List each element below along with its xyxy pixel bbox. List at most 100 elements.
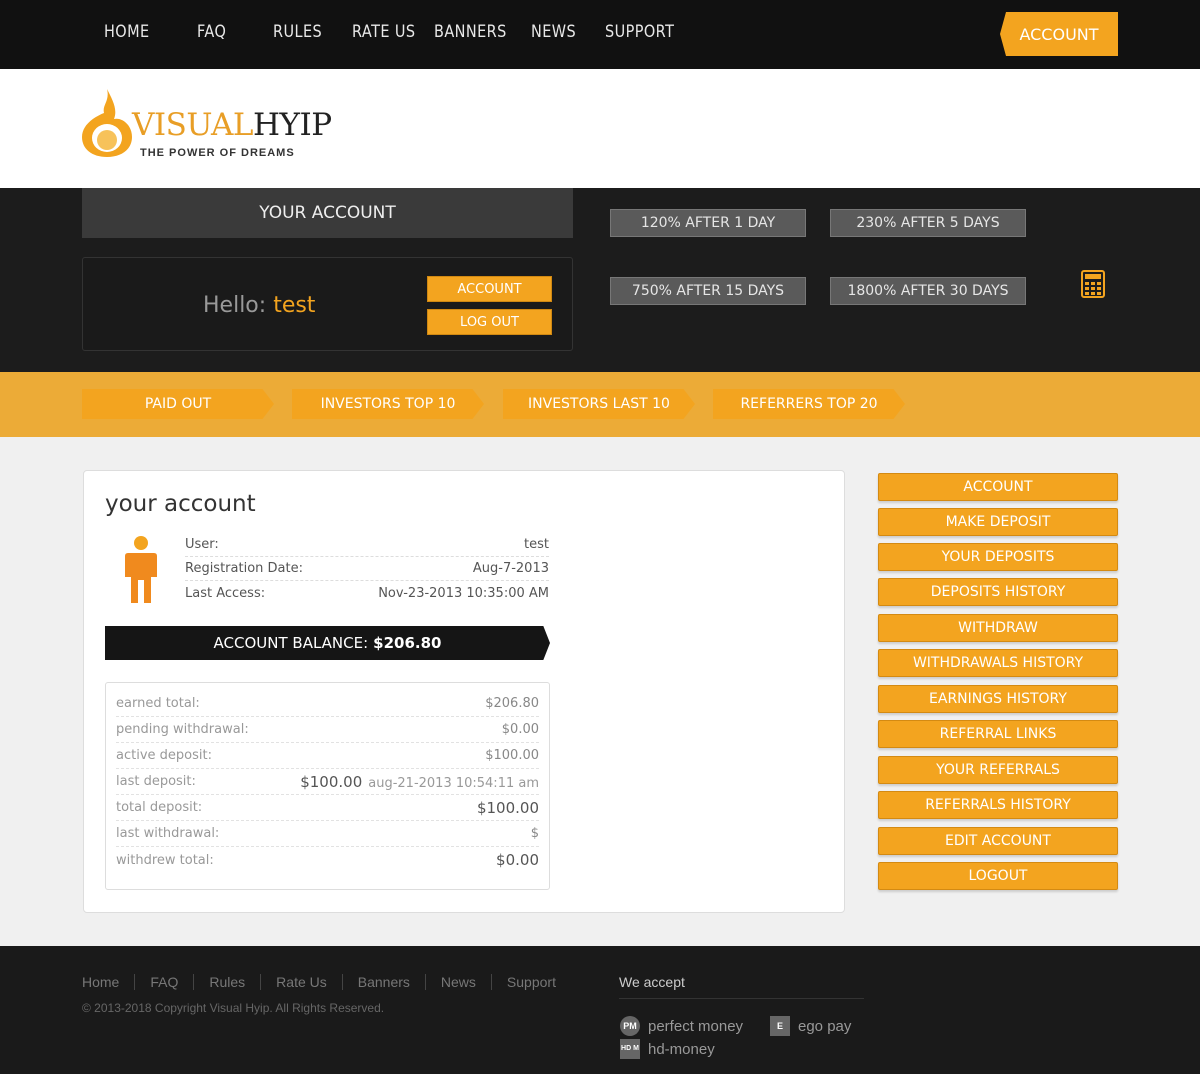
plan-button-1[interactable]: 120% AFTER 1 DAY	[610, 209, 806, 237]
logo-band: VISUALHYIP THE POWER OF DREAMS	[0, 69, 1200, 188]
hello-greeting: Hello: test	[203, 293, 315, 318]
info-value: Nov-23-2013 10:35:00 AM	[378, 585, 549, 601]
stat-value: $	[530, 826, 539, 841]
footer-link-banners[interactable]: Banners	[341, 974, 425, 990]
stat-label: total deposit:	[116, 800, 203, 815]
main-content: your account User: test Registration Date…	[0, 437, 1200, 946]
stat-value: $100.00 aug-21-2013 10:54:11 am	[300, 773, 539, 791]
info-label: Last Access:	[185, 585, 266, 601]
plan-button-4[interactable]: 1800% AFTER 30 DAYS	[830, 277, 1026, 305]
info-row-user: User: test	[185, 533, 549, 557]
payment-perfect-money: PM perfect money	[620, 1016, 743, 1036]
logo-name-part2: HYIP	[253, 107, 332, 143]
nav-home[interactable]: HOME	[104, 22, 150, 42]
account-button[interactable]: ACCOUNT	[427, 276, 552, 302]
stat-row: total deposit: $100.00	[116, 795, 539, 821]
stat-row: active deposit: $100.00	[116, 743, 539, 769]
footer-navigation: Home FAQ Rules Rate Us Banners News Supp…	[82, 974, 571, 990]
calculator-icon[interactable]	[1081, 270, 1105, 298]
stat-amount: $100.00	[300, 772, 363, 791]
nav-rate-us[interactable]: RATE US	[352, 22, 415, 42]
logo-name-part1: VISUAL	[132, 107, 254, 143]
footer-link-news[interactable]: News	[424, 974, 491, 990]
nav-account-button[interactable]: ACCOUNT	[1000, 12, 1118, 56]
stat-date: aug-21-2013 10:54:11 am	[368, 775, 539, 791]
stat-value: $0.00	[501, 722, 539, 737]
ego-pay-icon: E	[770, 1016, 790, 1036]
info-value: Aug-7-2013	[472, 561, 549, 576]
site-logo[interactable]: VISUALHYIP THE POWER OF DREAMS	[80, 87, 340, 167]
hello-username: test	[273, 293, 316, 318]
footer-link-faq[interactable]: FAQ	[134, 974, 193, 990]
info-row-registration: Registration Date: Aug-7-2013	[185, 557, 549, 581]
stat-value: $206.80	[485, 696, 539, 711]
tab-investors-last-10[interactable]: INVESTORS LAST 10	[503, 389, 695, 419]
stat-row: last deposit: $100.00 aug-21-2013 10:54:11…	[116, 769, 539, 795]
balance-value: $206.80	[373, 634, 442, 652]
logout-button[interactable]: LOG OUT	[427, 309, 552, 335]
side-menu-referral-links[interactable]: REFERRAL LINKS	[878, 720, 1118, 748]
nav-news[interactable]: NEWS	[531, 22, 576, 42]
nav-support[interactable]: SUPPORT	[605, 22, 674, 42]
stat-label: pending withdrawal:	[116, 722, 249, 737]
stat-label: last withdrawal:	[116, 826, 220, 841]
side-menu-edit-account[interactable]: EDIT ACCOUNT	[878, 827, 1118, 855]
side-menu-earnings-history[interactable]: EARNINGS HISTORY	[878, 685, 1118, 713]
side-menu-your-referrals[interactable]: YOUR REFERRALS	[878, 756, 1118, 784]
side-menu-account[interactable]: ACCOUNT	[878, 473, 1118, 501]
side-menu-your-deposits[interactable]: YOUR DEPOSITS	[878, 543, 1118, 571]
flame-icon	[82, 89, 132, 157]
side-menu-withdraw[interactable]: WITHDRAW	[878, 614, 1118, 642]
nav-rules[interactable]: RULES	[273, 22, 322, 42]
payment-name: ego pay	[798, 1017, 852, 1035]
footer-link-rate-us[interactable]: Rate Us	[260, 974, 342, 990]
footer-link-support[interactable]: Support	[490, 974, 571, 990]
stat-label: active deposit:	[116, 748, 212, 763]
nav-banners[interactable]: BANNERS	[434, 22, 507, 42]
payment-name: perfect money	[648, 1017, 744, 1035]
side-menu-logout[interactable]: LOGOUT	[878, 862, 1118, 890]
account-header-band: YOUR ACCOUNT Hello: test ACCOUNT LOG OUT…	[0, 188, 1200, 372]
info-value: test	[524, 537, 549, 552]
stat-row: pending withdrawal: $0.00	[116, 717, 539, 743]
page-title: your account	[105, 491, 256, 517]
balance-label: ACCOUNT BALANCE:	[213, 634, 369, 652]
side-menu-withdrawals-history[interactable]: WITHDRAWALS HISTORY	[878, 649, 1118, 677]
stat-label: withdrew total:	[116, 852, 214, 868]
info-label: Registration Date:	[185, 561, 303, 576]
stat-row: withdrew total: $0.00	[116, 847, 539, 873]
side-menu-make-deposit[interactable]: MAKE DEPOSIT	[878, 508, 1118, 536]
nav-faq[interactable]: FAQ	[197, 22, 226, 42]
info-row-last-access: Last Access: Nov-23-2013 10:35:00 AM	[185, 581, 549, 605]
account-balance-bar: ACCOUNT BALANCE: $206.80	[105, 626, 550, 660]
stats-tab-bar: PAID OUT INVESTORS TOP 10 INVESTORS LAST…	[0, 372, 1200, 437]
tab-paid-out[interactable]: PAID OUT	[82, 389, 274, 419]
hd-money-icon: HD M	[620, 1039, 640, 1059]
plan-button-3[interactable]: 750% AFTER 15 DAYS	[610, 277, 806, 305]
logo-tagline: THE POWER OF DREAMS	[140, 147, 295, 159]
footer-link-rules[interactable]: Rules	[193, 974, 260, 990]
stat-label: earned total:	[116, 696, 200, 711]
account-panel: your account User: test Registration Date…	[83, 470, 845, 913]
stat-label: last deposit:	[116, 774, 196, 789]
stat-row: last withdrawal: $	[116, 821, 539, 847]
footer-link-home[interactable]: Home	[82, 974, 134, 990]
stat-value: $100.00	[476, 798, 539, 817]
top-navigation: HOME FAQ RULES RATE US BANNERS NEWS SUPP…	[0, 0, 1200, 69]
logo-name: VISUALHYIP	[132, 107, 332, 143]
footer: Home FAQ Rules Rate Us Banners News Supp…	[0, 946, 1200, 1074]
plan-button-2[interactable]: 230% AFTER 5 DAYS	[830, 209, 1026, 237]
side-menu-referrals-history[interactable]: REFERRALS HISTORY	[878, 791, 1118, 819]
tab-referrers-top-20[interactable]: REFERRERS TOP 20	[713, 389, 905, 419]
side-menu-deposits-history[interactable]: DEPOSITS HISTORY	[878, 578, 1118, 606]
copyright-text: © 2013-2018 Copyright Visual Hyip. All R…	[82, 1001, 385, 1015]
stat-row: earned total: $206.80	[116, 691, 539, 717]
info-label: User:	[185, 537, 219, 552]
stat-value: $0.00	[496, 851, 539, 869]
tab-investors-top-10[interactable]: INVESTORS TOP 10	[292, 389, 484, 419]
perfect-money-icon: PM	[620, 1016, 640, 1036]
we-accept-heading: We accept	[619, 974, 864, 999]
payment-name: hd-money	[648, 1040, 715, 1058]
payment-ego-pay: Eego pay	[770, 1016, 851, 1036]
hello-box: Hello: test ACCOUNT LOG OUT	[82, 257, 573, 351]
